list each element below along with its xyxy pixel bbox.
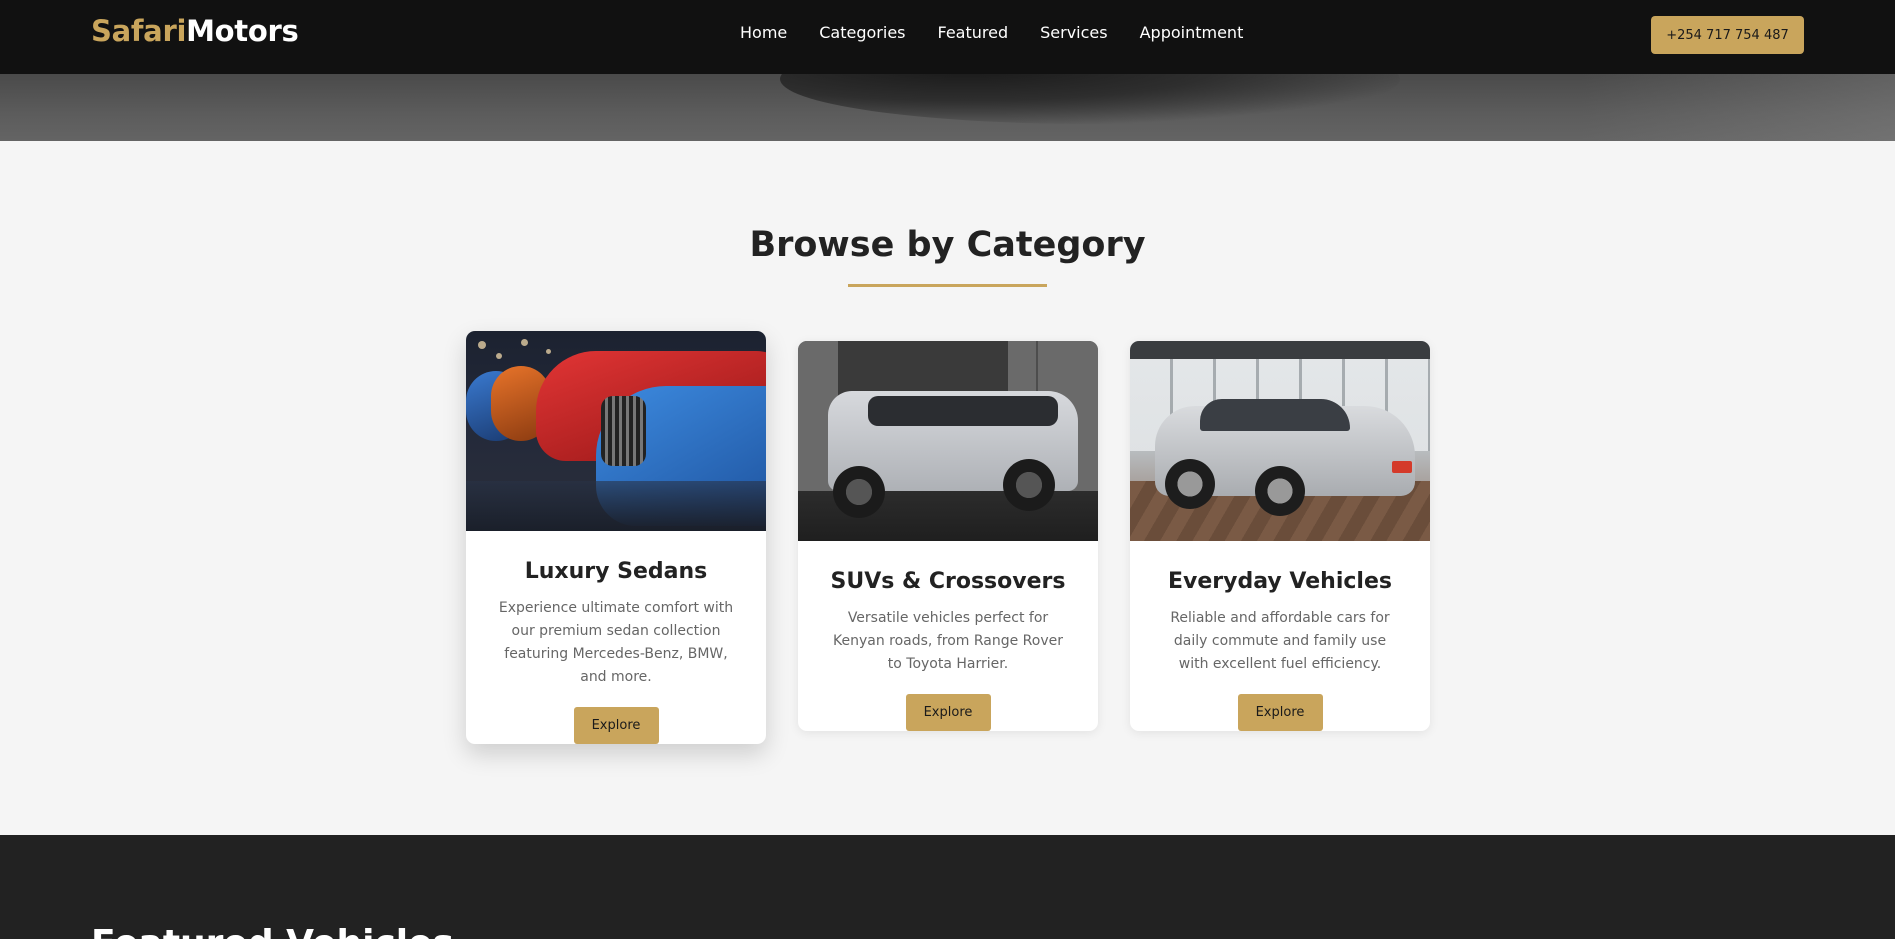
- hero-light-glow: [1580, 74, 1895, 141]
- card-title: Everyday Vehicles: [1168, 569, 1392, 594]
- card-description: Reliable and affordable cars for daily c…: [1170, 610, 1390, 672]
- explore-button[interactable]: Explore: [905, 694, 991, 731]
- suvs-crossovers-image: [798, 341, 1098, 541]
- category-card-everyday-vehicles[interactable]: Everyday Vehicles Reliable and affordabl…: [1130, 341, 1430, 731]
- luxury-sedans-image: [466, 331, 766, 531]
- category-card-suvs-crossovers[interactable]: SUVs & Crossovers Versatile vehicles per…: [798, 341, 1098, 731]
- logo-text-safari: Safari: [91, 14, 187, 48]
- everyday-vehicles-image: [1130, 341, 1430, 541]
- explore-button[interactable]: Explore: [573, 707, 659, 744]
- card-title: Luxury Sedans: [524, 559, 708, 584]
- title-underline: [848, 284, 1047, 287]
- section-title: Browse by Category: [749, 225, 1146, 265]
- top-navbar: SafariMotors Home Categories Featured Se…: [0, 0, 1895, 74]
- hero-image-strip: [0, 74, 1895, 141]
- nav-link-featured[interactable]: Featured: [938, 23, 1009, 42]
- nav-links: Home Categories Featured Services Appoin…: [740, 23, 1243, 42]
- card-description: Versatile vehicles perfect for Kenyan ro…: [832, 610, 1063, 672]
- card-title: SUVs & Crossovers: [830, 569, 1066, 594]
- nav-link-home[interactable]: Home: [740, 23, 787, 42]
- featured-title: Featured Vehicles: [91, 923, 454, 939]
- category-card-luxury-sedans[interactable]: Luxury Sedans Experience ultimate comfor…: [466, 331, 766, 744]
- phone-button[interactable]: +254 717 754 487: [1651, 16, 1804, 54]
- featured-section: Featured Vehicles: [0, 835, 1895, 939]
- logo-text-motors: Motors: [186, 14, 299, 48]
- nav-link-categories[interactable]: Categories: [819, 23, 905, 42]
- explore-button[interactable]: Explore: [1237, 694, 1323, 731]
- hero-car-shadow: [780, 74, 1400, 124]
- nav-link-appointment[interactable]: Appointment: [1140, 23, 1244, 42]
- card-description: Experience ultimate comfort with our pre…: [498, 600, 734, 685]
- logo[interactable]: SafariMotors: [91, 14, 299, 48]
- nav-link-services[interactable]: Services: [1040, 23, 1107, 42]
